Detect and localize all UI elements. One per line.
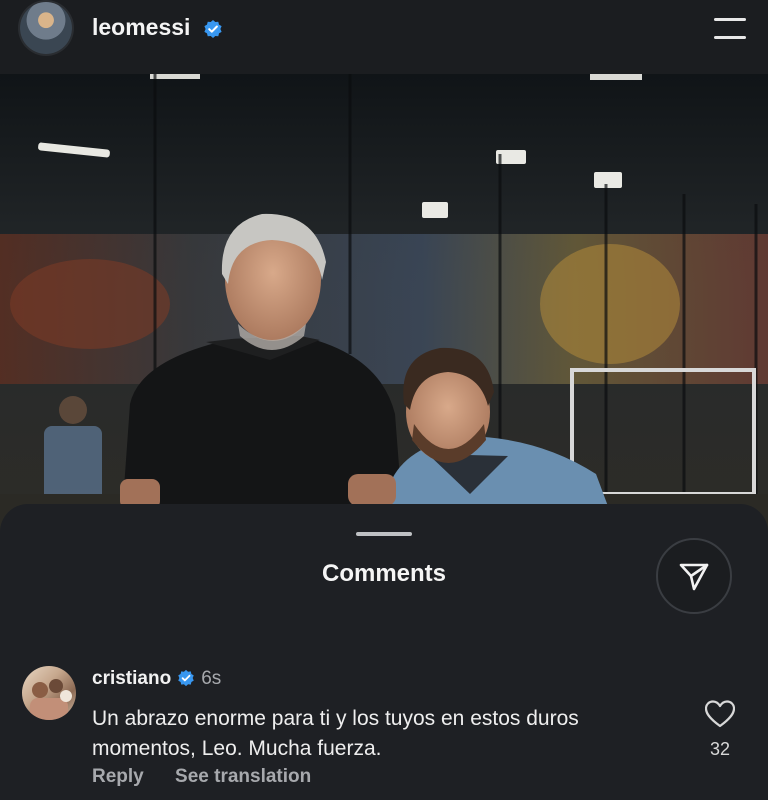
post-username[interactable]: leomessi xyxy=(92,14,223,41)
hamburger-menu-icon[interactable] xyxy=(710,16,746,40)
verified-badge-icon xyxy=(204,19,222,38)
comments-sheet: Comments cristiano 6s Un abrazo enorme p… xyxy=(0,504,768,800)
like-count: 32 xyxy=(709,739,731,759)
comment-username[interactable]: cristiano xyxy=(92,668,171,689)
photo-illustration xyxy=(0,74,768,544)
comment-avatar[interactable] xyxy=(22,666,76,720)
verified-badge-icon xyxy=(178,669,194,687)
profile-avatar[interactable] xyxy=(20,2,72,54)
send-icon xyxy=(679,563,709,591)
avatar-illustration xyxy=(30,679,72,720)
see-translation-button[interactable]: See translation xyxy=(175,766,311,787)
comment-text: Un abrazo enorme para ti y los tuyos en … xyxy=(92,707,579,760)
like-control[interactable]: 32 xyxy=(704,700,736,760)
comment-header: cristiano 6s xyxy=(92,668,221,690)
share-button[interactable] xyxy=(656,538,732,614)
post-photo[interactable] xyxy=(0,74,768,544)
comments-title: Comments xyxy=(321,560,447,587)
username-label[interactable]: leomessi xyxy=(92,14,190,40)
post-header: leomessi xyxy=(0,0,768,74)
comment-actions: Reply See translation xyxy=(92,766,337,788)
sheet-drag-handle[interactable] xyxy=(356,532,412,536)
comment-timestamp: 6s xyxy=(201,668,222,689)
heart-icon[interactable] xyxy=(704,700,736,728)
reply-button[interactable]: Reply xyxy=(92,766,144,787)
